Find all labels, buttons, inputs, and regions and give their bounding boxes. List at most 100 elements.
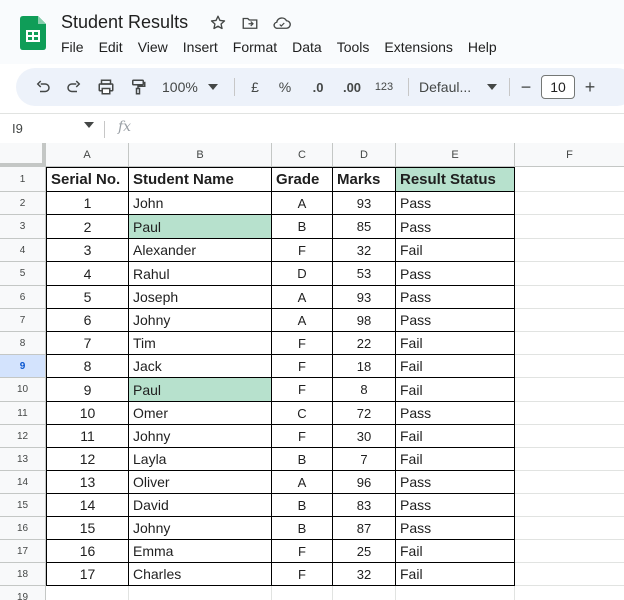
column-header-d[interactable]: D [333, 143, 396, 167]
empty-cell[interactable] [515, 540, 624, 563]
font-size-input[interactable]: 10 [541, 75, 575, 99]
cell-marks[interactable]: 32 [333, 239, 396, 262]
header-cell-status[interactable]: Result Status [396, 167, 515, 192]
row-header-9[interactable]: 9 [0, 355, 46, 378]
percent-format-button[interactable]: % [276, 75, 294, 99]
empty-cell[interactable] [129, 586, 272, 600]
empty-cell[interactable] [515, 563, 624, 586]
empty-cell[interactable] [515, 471, 624, 494]
cell-marks[interactable]: 8 [333, 378, 396, 402]
cell-status[interactable]: Fail [396, 540, 515, 563]
cell-grade[interactable]: B [272, 215, 333, 239]
cell-name[interactable]: John [129, 192, 272, 215]
empty-cell[interactable] [515, 586, 624, 600]
menu-edit[interactable]: Edit [99, 39, 123, 55]
cell-grade[interactable]: F [272, 563, 333, 586]
cell-grade[interactable]: F [272, 378, 333, 402]
cell-name[interactable]: Paul [129, 215, 272, 239]
cell-status[interactable]: Pass [396, 471, 515, 494]
cell-marks[interactable]: 7 [333, 448, 396, 471]
cell-serial[interactable]: 13 [46, 471, 129, 494]
cell-serial[interactable]: 6 [46, 309, 129, 332]
cell-name[interactable]: Omer [129, 402, 272, 425]
empty-cell[interactable] [515, 425, 624, 448]
document-title[interactable]: Student Results [61, 12, 188, 33]
cell-serial[interactable]: 11 [46, 425, 129, 448]
cell-grade[interactable]: C [272, 402, 333, 425]
cell-name[interactable]: Charles [129, 563, 272, 586]
cell-marks[interactable]: 25 [333, 540, 396, 563]
cell-serial[interactable]: 15 [46, 517, 129, 540]
sheets-logo-icon[interactable] [20, 16, 46, 50]
cell-grade[interactable]: A [272, 309, 333, 332]
cell-serial[interactable]: 2 [46, 215, 129, 239]
menu-help[interactable]: Help [468, 39, 497, 55]
empty-cell[interactable] [515, 378, 624, 402]
menu-insert[interactable]: Insert [183, 39, 218, 55]
zoom-select[interactable]: 100% [162, 75, 228, 99]
cell-grade[interactable]: A [272, 286, 333, 309]
column-header-c[interactable]: C [272, 143, 333, 167]
cell-grade[interactable]: A [272, 471, 333, 494]
row-header-2[interactable]: 2 [0, 192, 46, 215]
row-header-16[interactable]: 16 [0, 517, 46, 540]
row-header-10[interactable]: 10 [0, 378, 46, 402]
row-header-11[interactable]: 11 [0, 402, 46, 425]
empty-cell[interactable] [515, 402, 624, 425]
cell-serial[interactable]: 4 [46, 262, 129, 286]
print-icon[interactable] [95, 75, 117, 99]
cell-status[interactable]: Pass [396, 262, 515, 286]
font-family-select[interactable]: Defaul... [419, 75, 499, 99]
empty-cell[interactable] [396, 586, 515, 600]
cell-serial[interactable]: 7 [46, 332, 129, 355]
cell-serial[interactable]: 8 [46, 355, 129, 378]
row-header-3[interactable]: 3 [0, 215, 46, 239]
row-header-18[interactable]: 18 [0, 563, 46, 586]
empty-cell[interactable] [272, 586, 333, 600]
cell-name[interactable]: Oliver [129, 471, 272, 494]
cell-name[interactable]: David [129, 494, 272, 517]
cell-grade[interactable]: B [272, 494, 333, 517]
cell-marks[interactable]: 93 [333, 286, 396, 309]
cell-marks[interactable]: 30 [333, 425, 396, 448]
empty-cell[interactable] [515, 286, 624, 309]
cell-grade[interactable]: F [272, 425, 333, 448]
cell-serial[interactable]: 17 [46, 563, 129, 586]
undo-icon[interactable] [32, 75, 54, 99]
row-header-8[interactable]: 8 [0, 332, 46, 355]
cell-status[interactable]: Fail [396, 448, 515, 471]
cell-marks[interactable]: 32 [333, 563, 396, 586]
header-cell-serial[interactable]: Serial No. [46, 167, 129, 192]
number-format-button[interactable]: 123 [372, 75, 396, 99]
empty-cell[interactable] [515, 517, 624, 540]
menu-view[interactable]: View [138, 39, 168, 55]
empty-cell[interactable] [515, 355, 624, 378]
menu-tools[interactable]: Tools [337, 39, 370, 55]
empty-cell[interactable] [515, 192, 624, 215]
cell-marks[interactable]: 96 [333, 471, 396, 494]
cell-marks[interactable]: 87 [333, 517, 396, 540]
empty-cell[interactable] [333, 586, 396, 600]
increase-font-size-button[interactable]: + [582, 75, 598, 99]
cell-serial[interactable]: 9 [46, 378, 129, 402]
empty-cell[interactable] [515, 309, 624, 332]
cell-marks[interactable]: 53 [333, 262, 396, 286]
cell-marks[interactable]: 98 [333, 309, 396, 332]
empty-cell[interactable] [515, 167, 624, 192]
row-header-14[interactable]: 14 [0, 471, 46, 494]
cell-name[interactable]: Alexander [129, 239, 272, 262]
cell-status[interactable]: Pass [396, 494, 515, 517]
cell-marks[interactable]: 22 [333, 332, 396, 355]
cell-status[interactable]: Fail [396, 563, 515, 586]
empty-cell[interactable] [515, 215, 624, 239]
empty-cell[interactable] [515, 239, 624, 262]
cell-status[interactable]: Pass [396, 517, 515, 540]
row-header-13[interactable]: 13 [0, 448, 46, 471]
cell-name[interactable]: Johny [129, 309, 272, 332]
cell-marks[interactable]: 18 [333, 355, 396, 378]
cloud-status-icon[interactable] [272, 13, 292, 33]
cell-name[interactable]: Rahul [129, 262, 272, 286]
row-header-15[interactable]: 15 [0, 494, 46, 517]
chevron-down-icon[interactable] [84, 122, 94, 128]
header-cell-marks[interactable]: Marks [333, 167, 396, 192]
